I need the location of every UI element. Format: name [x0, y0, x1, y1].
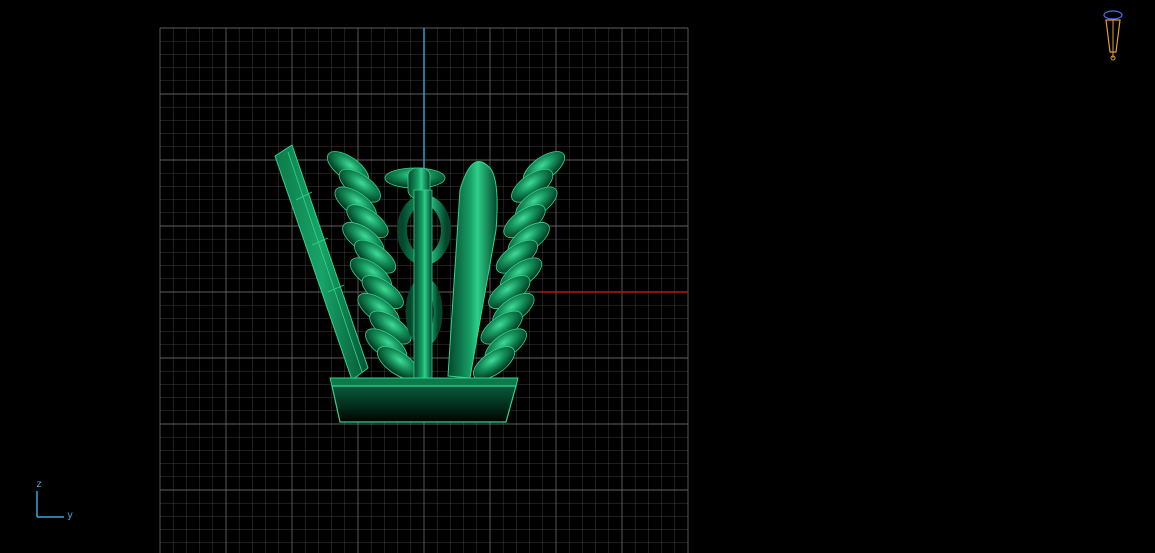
axes-widget	[36, 491, 64, 518]
3d-viewport[interactable]: z y	[0, 0, 1155, 553]
viewport-canvas[interactable]	[0, 0, 1155, 553]
axis-label-horizontal: y	[67, 510, 74, 521]
camera-icon[interactable]	[1103, 10, 1123, 61]
axis-label-vertical: z	[36, 479, 43, 490]
base-plate[interactable]	[329, 377, 519, 423]
